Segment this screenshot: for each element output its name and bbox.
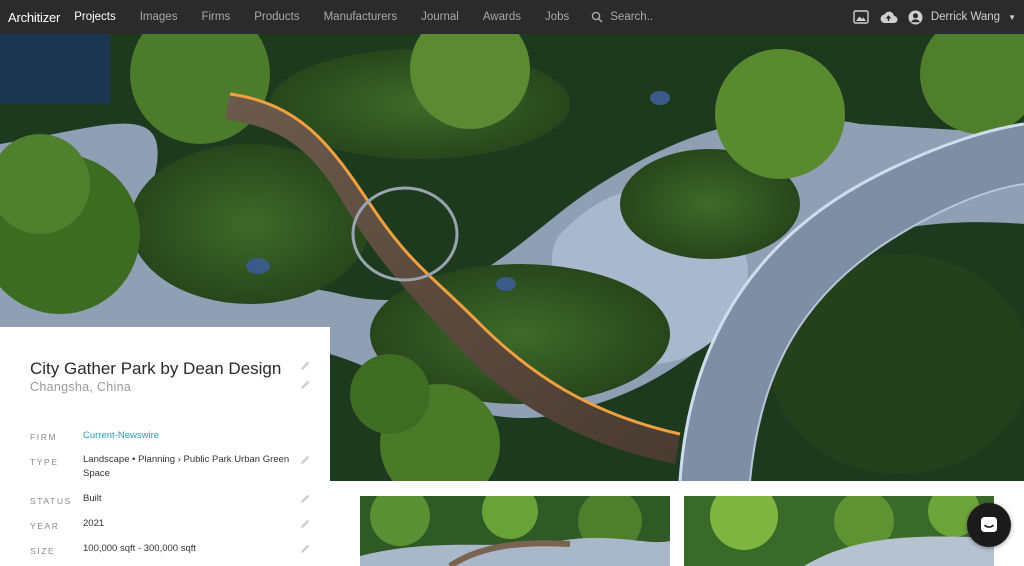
chat-button[interactable]: [967, 503, 1011, 547]
thumbnail-gallery: [330, 481, 1024, 566]
nav-item-products[interactable]: Products: [254, 11, 299, 23]
user-tools: Derrick Wang ▼: [843, 0, 1016, 34]
firm-link[interactable]: Current-Newswire: [83, 429, 159, 443]
project-info-card: City Gather Park by Dean Design Changsha…: [0, 327, 330, 560]
project-location: Changsha, China: [30, 380, 132, 394]
edit-status-pencil-icon[interactable]: [299, 493, 311, 505]
type-value: Landscape • Planning › Public Park Urban…: [83, 454, 290, 479]
status-label: STATUS: [30, 496, 72, 506]
edit-size-pencil-icon[interactable]: [299, 543, 311, 555]
search-placeholder: Search..: [610, 11, 654, 23]
nav-item-firms[interactable]: Firms: [201, 11, 230, 23]
nav-item-jobs[interactable]: Jobs: [545, 11, 569, 23]
gallery-thumbnail[interactable]: [360, 496, 670, 566]
user-name[interactable]: Derrick Wang: [931, 11, 1000, 23]
upload-cloud-icon[interactable]: [879, 10, 898, 24]
user-avatar-icon[interactable]: [908, 10, 923, 25]
edit-year-pencil-icon[interactable]: [299, 518, 311, 530]
architizer-logo[interactable]: Architizer: [8, 10, 60, 25]
project-title: City Gather Park by Dean Design: [30, 359, 282, 378]
status-value: Built: [83, 493, 102, 504]
year-value: 2021: [83, 518, 105, 529]
search-box[interactable]: Search..: [591, 11, 653, 23]
top-navigation-bar: Architizer Projects Images Firms Product…: [0, 0, 1024, 34]
gallery-thumbnail[interactable]: [684, 496, 994, 566]
nav-item-projects[interactable]: Projects: [74, 11, 116, 23]
nav-item-awards[interactable]: Awards: [483, 11, 521, 23]
edit-location-pencil-icon[interactable]: [299, 379, 311, 391]
edit-type-pencil-icon[interactable]: [299, 454, 311, 466]
caret-down-icon[interactable]: ▼: [1008, 13, 1016, 22]
type-label: TYPE: [30, 457, 59, 467]
nav-item-journal[interactable]: Journal: [421, 11, 459, 23]
nav-item-images[interactable]: Images: [140, 11, 178, 23]
size-label: SIZE: [30, 546, 56, 556]
main-nav: Projects Images Firms Products Manufactu…: [74, 0, 653, 34]
size-value: 100,000 sqft - 300,000 sqft: [83, 543, 197, 554]
firm-label: FIRM: [30, 432, 58, 442]
edit-title-pencil-icon[interactable]: [299, 360, 311, 372]
chat-bubble-icon: [981, 517, 997, 532]
year-label: YEAR: [30, 521, 60, 531]
nav-item-manufacturers[interactable]: Manufacturers: [324, 11, 398, 23]
search-icon: [591, 11, 603, 23]
image-icon[interactable]: [853, 10, 869, 24]
